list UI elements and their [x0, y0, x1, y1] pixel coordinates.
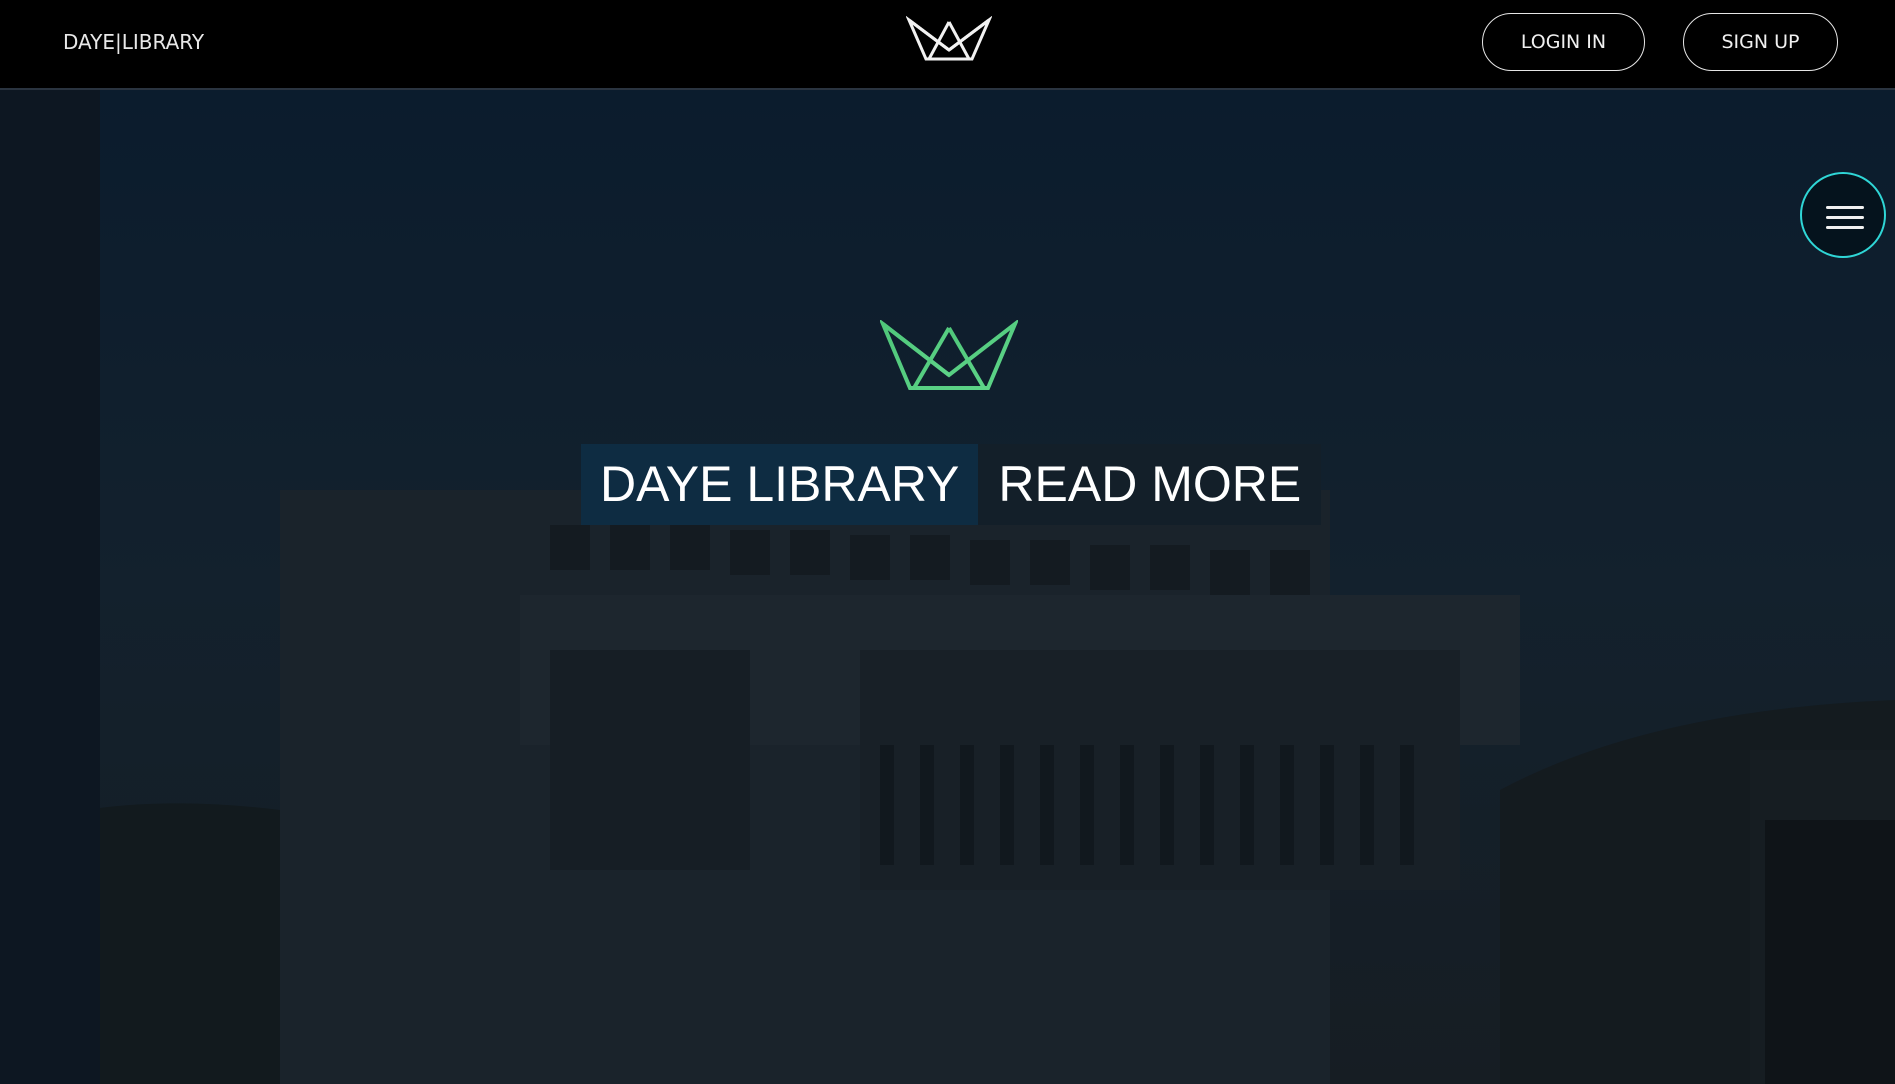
brand-name[interactable]: DAYE|LIBRARY — [63, 30, 204, 54]
menu-line — [1826, 216, 1864, 219]
hamburger-menu-icon[interactable] — [1800, 172, 1886, 258]
hero-cta: DAYE LIBRARY READ MORE — [581, 444, 1322, 525]
menu-line — [1826, 206, 1864, 209]
signup-button[interactable]: SIGN UP — [1683, 13, 1838, 71]
menu-line — [1826, 226, 1864, 229]
login-button[interactable]: LOGIN IN — [1482, 13, 1645, 71]
top-navigation-bar: DAYE|LIBRARY LOGIN IN SIGN UP — [0, 0, 1895, 90]
hero-title: DAYE LIBRARY — [581, 444, 979, 525]
crown-logo-icon — [880, 320, 1018, 390]
crown-logo-icon[interactable] — [906, 16, 992, 62]
read-more-button[interactable]: READ MORE — [978, 444, 1322, 525]
hero-section: DAYE LIBRARY READ MORE — [0, 90, 1895, 1084]
library-building-background — [0, 90, 1895, 1084]
